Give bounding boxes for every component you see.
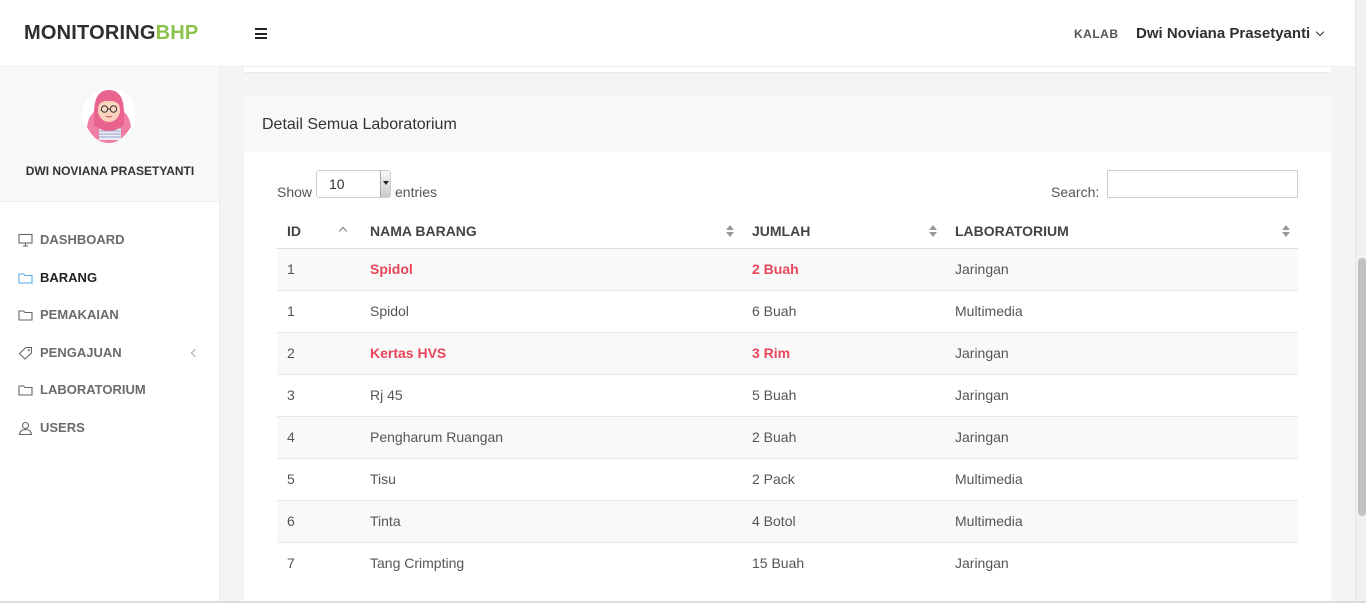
cell-nama-barang: Tang Crimpting (360, 541, 742, 584)
brand-logo[interactable]: MONITORINGBHP (24, 22, 198, 45)
entries-value: 10 (329, 176, 345, 192)
column-header-jumlah[interactable]: JUMLAH (742, 214, 945, 249)
cell-nama-barang: Spidol (360, 247, 742, 290)
show-label: Show (277, 184, 313, 200)
cell-id: 1 (277, 289, 360, 332)
table-row[interactable]: 5 Tisu 2 Pack Multimedia (277, 457, 1298, 500)
cell-jumlah: 2 Buah (742, 415, 945, 458)
cell-id: 4 (277, 415, 360, 458)
cell-id: 1 (277, 247, 360, 290)
card-title: Detail Semua Laboratorium (244, 96, 1331, 152)
sort-icon (726, 225, 734, 237)
cell-laboratorium: Multimedia (945, 457, 1298, 500)
user-dropdown[interactable]: Dwi Noviana Prasetyanti (1136, 25, 1325, 42)
user-role: KALAB (1074, 27, 1119, 41)
cell-nama-barang: Kertas HVS (360, 331, 742, 374)
folder-icon (18, 310, 33, 321)
user-icon (18, 421, 33, 435)
cell-jumlah: 2 Pack (742, 457, 945, 500)
table-row[interactable]: 2 Kertas HVS 3 Rim Jaringan (277, 331, 1298, 374)
sort-icon (1282, 225, 1290, 237)
cell-laboratorium: Jaringan (945, 541, 1298, 584)
cell-jumlah: 3 Rim (742, 331, 945, 374)
folder-icon (18, 273, 33, 284)
sidebar-item-label: PENGAJUAN (40, 344, 122, 360)
scrollbar-thumb[interactable] (1358, 258, 1366, 516)
sidebar-item-pemakaian[interactable]: PEMAKAIAN (0, 304, 219, 342)
top-navbar: MONITORINGBHP KALAB Dwi Noviana Prasetya… (0, 0, 1355, 67)
cell-jumlah: 4 Botol (742, 499, 945, 542)
table-row[interactable]: 7 Tang Crimpting 15 Buah Jaringan (277, 541, 1298, 584)
tag-icon (18, 346, 33, 360)
sort-icon (929, 225, 937, 237)
cell-laboratorium: Jaringan (945, 247, 1298, 290)
sidebar-item-label: PEMAKAIAN (40, 307, 119, 323)
search-label: Search: (1051, 184, 1100, 200)
sidebar-profile: DWI NOVIANA PRASETYANTI (0, 67, 219, 202)
folder-icon (18, 385, 33, 396)
cell-laboratorium: Jaringan (945, 373, 1298, 416)
brand-accent: BHP (155, 22, 199, 44)
cell-jumlah: 2 Buah (742, 247, 945, 290)
data-table: ID NAMA BARANG JUMLAH LABORATORIUM 1 Spi… (277, 214, 1298, 584)
cell-laboratorium: Multimedia (945, 289, 1298, 332)
menu-toggle-icon[interactable] (255, 28, 267, 39)
sidebar: DWI NOVIANA PRASETYANTI DASHBOARD BARANG… (0, 67, 220, 603)
table-row[interactable]: 1 Spidol 2 Buah Jaringan (277, 247, 1298, 290)
cell-id: 2 (277, 331, 360, 374)
sidebar-item-label: LABORATORIUM (40, 382, 146, 398)
table-header-row: ID NAMA BARANG JUMLAH LABORATORIUM (277, 214, 1298, 249)
column-header-nama-barang[interactable]: NAMA BARANG (360, 214, 742, 249)
cell-id: 3 (277, 373, 360, 416)
cell-jumlah: 6 Buah (742, 289, 945, 332)
cell-id: 7 (277, 541, 360, 584)
sidebar-item-label: BARANG (40, 269, 98, 285)
cell-nama-barang: Rj 45 (360, 373, 742, 416)
chevron-left-icon (190, 348, 200, 358)
lab-detail-card: Detail Semua Laboratorium Show 10 entrie… (244, 96, 1331, 603)
sort-ascending-icon (338, 226, 348, 236)
sidebar-item-laboratorium[interactable]: LABORATORIUM (0, 379, 219, 417)
cell-laboratorium: Multimedia (945, 499, 1298, 542)
entries-label: entries (395, 184, 438, 200)
cell-nama-barang: Tinta (360, 499, 742, 542)
cell-nama-barang: Tisu (360, 457, 742, 500)
table-controls: Show 10 entries Search: (244, 152, 1331, 214)
cell-jumlah: 15 Buah (742, 541, 945, 584)
table-row[interactable]: 1 Spidol 6 Buah Multimedia (277, 289, 1298, 332)
monitor-icon (18, 233, 33, 247)
cell-nama-barang: Spidol (360, 289, 742, 332)
avatar (82, 88, 136, 143)
cell-laboratorium: Jaringan (945, 415, 1298, 458)
table-row[interactable]: 4 Pengharum Ruangan 2 Buah Jaringan (277, 415, 1298, 458)
sidebar-item-barang[interactable]: BARANG (0, 267, 219, 305)
sidebar-item-users[interactable]: USERS (0, 417, 219, 455)
cell-jumlah: 5 Buah (742, 373, 945, 416)
previous-card-edge (244, 67, 1331, 72)
cell-id: 5 (277, 457, 360, 500)
chevron-down-icon (1315, 27, 1325, 37)
chevron-down-icon (380, 171, 390, 197)
cell-id: 6 (277, 499, 360, 542)
cell-laboratorium: Jaringan (945, 331, 1298, 374)
sidebar-item-label: DASHBOARD (40, 232, 125, 247)
user-name: Dwi Noviana Prasetyanti (1136, 25, 1311, 42)
table-row[interactable]: 6 Tinta 4 Botol Multimedia (277, 499, 1298, 542)
entries-select[interactable]: 10 (316, 170, 391, 198)
sidebar-nav: DASHBOARD BARANG PEMAKAIAN PENGAJUAN LAB… (0, 202, 219, 455)
table-row[interactable]: 3 Rj 45 5 Buah Jaringan (277, 373, 1298, 416)
sidebar-item-dashboard[interactable]: DASHBOARD (0, 229, 219, 267)
brand-main: MONITORING (24, 22, 156, 44)
page-scrollbar[interactable] (1355, 0, 1366, 603)
sidebar-item-label: USERS (40, 419, 85, 435)
column-header-id[interactable]: ID (277, 214, 360, 249)
sidebar-item-pengajuan[interactable]: PENGAJUAN (0, 342, 219, 380)
column-header-laboratorium[interactable]: LABORATORIUM (945, 214, 1298, 249)
cell-nama-barang: Pengharum Ruangan (360, 415, 742, 458)
profile-name: DWI NOVIANA PRASETYANTI (25, 164, 195, 178)
search-input[interactable] (1107, 170, 1298, 198)
